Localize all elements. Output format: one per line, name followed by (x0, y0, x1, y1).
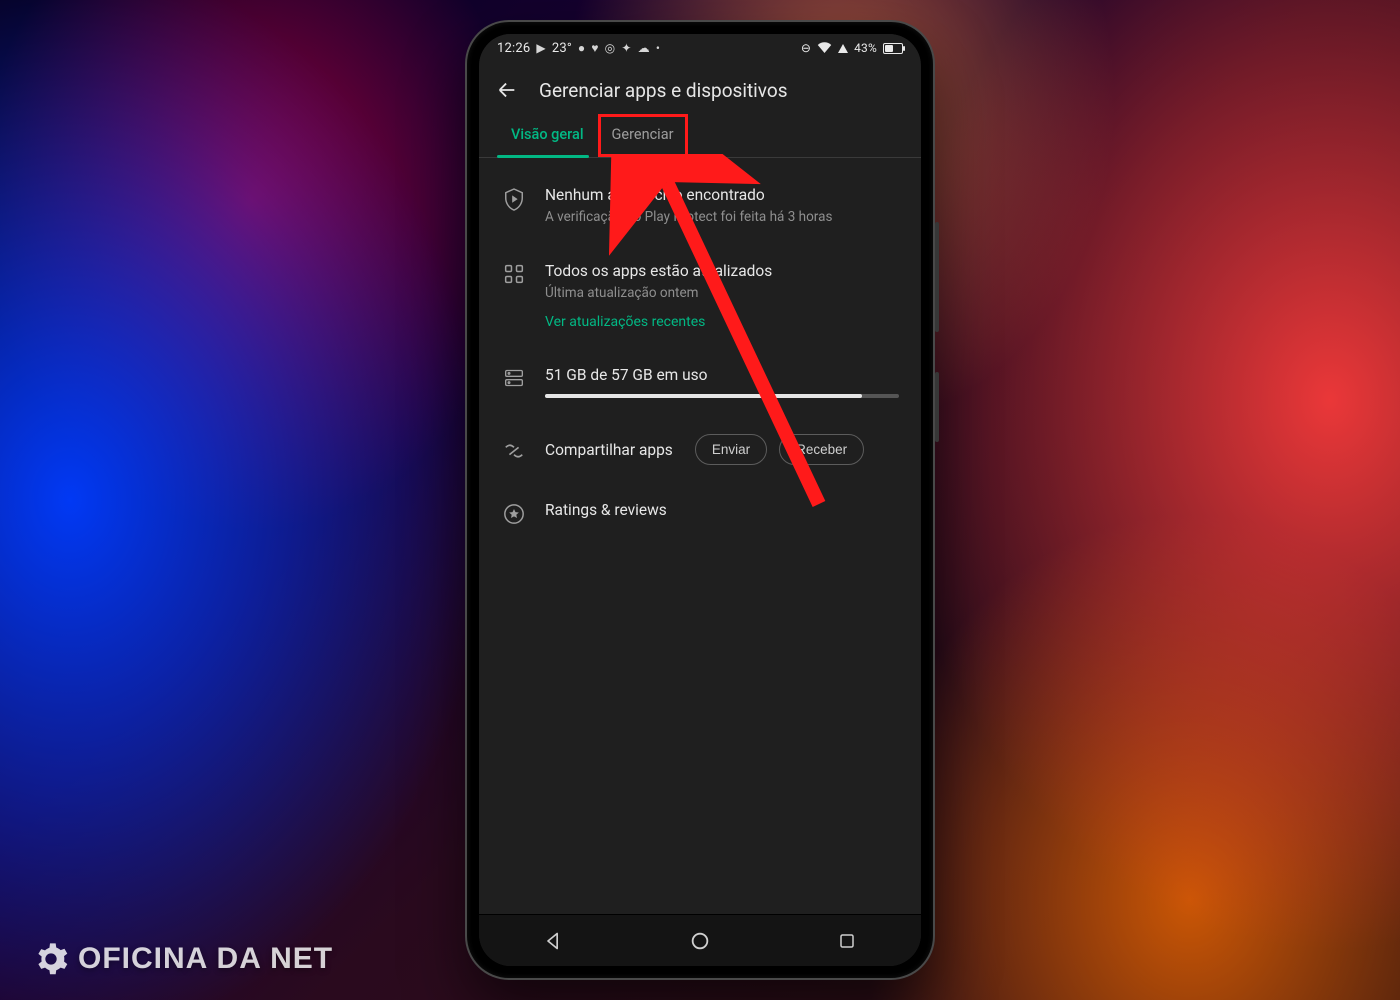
nearby-share-icon (501, 438, 527, 462)
updates-title: Todos os apps estão atualizados (545, 262, 899, 280)
receive-button[interactable]: Receber (779, 434, 864, 465)
android-navbar (479, 914, 921, 966)
battery-text: 43% (854, 41, 877, 55)
nav-recents-button[interactable] (827, 921, 867, 961)
page-title: Gerenciar apps e dispositivos (539, 79, 788, 102)
app-header: Gerenciar apps e dispositivos (479, 62, 921, 114)
protect-title: Nenhum app nocivo encontrado (545, 186, 899, 204)
apps-grid-icon (501, 262, 527, 330)
back-button[interactable] (493, 76, 521, 104)
storage-bar (545, 394, 899, 398)
nav-back-button[interactable] (533, 921, 573, 961)
cloud-icon: ☁ (638, 41, 650, 55)
wifi-icon (817, 42, 832, 56)
ratings-title: Ratings & reviews (545, 501, 899, 519)
storage-row[interactable]: 51 GB de 57 GB em uso (479, 348, 921, 416)
recent-updates-link[interactable]: Ver atualizações recentes (545, 314, 705, 330)
watermark: OFICINA DA NET (34, 942, 333, 976)
status-temp: 23° (552, 41, 572, 56)
share-title: Compartilhar apps (545, 441, 673, 459)
instagram-icon: ◎ (605, 41, 616, 55)
protect-subtitle: A verificação do Play Protect foi feita … (545, 208, 899, 226)
cell-signal-icon (838, 44, 848, 53)
updates-row[interactable]: Todos os apps estão atualizados Última a… (479, 244, 921, 348)
storage-icon (501, 366, 527, 398)
play-protect-row[interactable]: Nenhum app nocivo encontrado A verificaç… (479, 168, 921, 244)
youtube-icon: ▶ (536, 41, 545, 55)
star-circle-icon (501, 501, 527, 525)
status-bar: 12:26 ▶ 23° ● ♥ ◎ ✦ ☁ • ⊖ 43% (479, 34, 921, 62)
battery-icon (883, 43, 903, 54)
shield-play-icon (501, 186, 527, 226)
send-button[interactable]: Enviar (695, 434, 767, 465)
updates-subtitle: Última atualização ontem (545, 284, 899, 302)
status-time: 12:26 (497, 41, 530, 56)
dnd-icon: ⊖ (801, 41, 811, 55)
phone-screen: 12:26 ▶ 23° ● ♥ ◎ ✦ ☁ • ⊖ 43% (479, 34, 921, 966)
watermark-text: OFICINA DA NET (78, 942, 333, 976)
content: Nenhum app nocivo encontrado A verificaç… (479, 158, 921, 914)
ratings-row[interactable]: Ratings & reviews (479, 483, 921, 543)
share-apps-row: Compartilhar apps Enviar Receber (479, 416, 921, 483)
tab-manage[interactable]: Gerenciar (598, 114, 688, 157)
tab-overview[interactable]: Visão geral (497, 114, 598, 157)
status-dot2-icon: • (656, 41, 660, 55)
phone-frame: 12:26 ▶ 23° ● ♥ ◎ ✦ ☁ • ⊖ 43% (467, 22, 933, 978)
gear-icon (34, 942, 68, 976)
nav-home-button[interactable] (680, 921, 720, 961)
tabs: Visão geral Gerenciar (479, 114, 921, 158)
storage-label: 51 GB de 57 GB em uso (545, 366, 899, 384)
status-app-icon: ✦ (621, 41, 631, 55)
heart-icon: ♥ (591, 41, 598, 55)
status-dot-icon: ● (578, 41, 585, 55)
